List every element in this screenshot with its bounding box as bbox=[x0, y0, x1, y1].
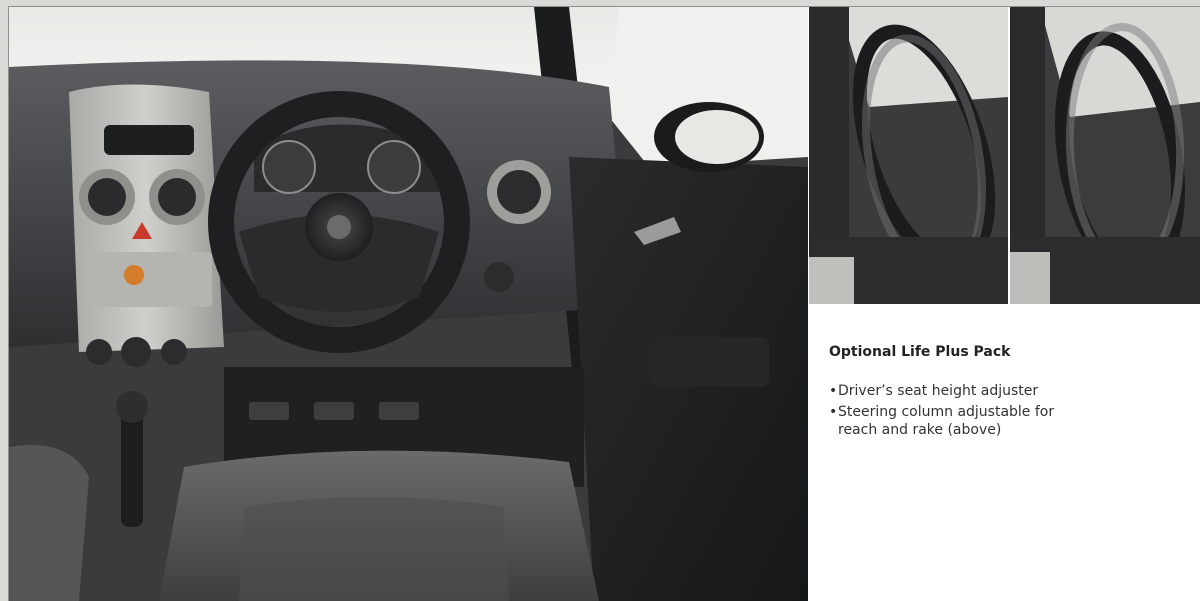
interior-illustration bbox=[9, 7, 808, 601]
feature-caption: Optional Life Plus Pack • Driver’s seat … bbox=[829, 343, 1189, 442]
feature-text-line-1: Steering column adjustable for bbox=[838, 404, 1055, 420]
feature-list: • Driver’s seat height adjuster • Steeri… bbox=[829, 382, 1189, 439]
feature-text: Driver’s seat height adjuster bbox=[838, 383, 1039, 399]
feature-item-seat-height: • Driver’s seat height adjuster bbox=[829, 382, 1189, 400]
brochure-page: Optional Life Plus Pack • Driver’s seat … bbox=[0, 0, 1200, 601]
steering-adjust-thumbnail-2 bbox=[1010, 7, 1200, 304]
caption-title: Optional Life Plus Pack bbox=[829, 344, 1011, 360]
bullet-icon: • bbox=[829, 404, 838, 420]
feature-text-line-2: reach and rake (above) bbox=[838, 422, 1002, 438]
bullet-icon: • bbox=[829, 383, 838, 399]
top-frame-band bbox=[0, 0, 1200, 7]
feature-item-steering-column: • Steering column adjustable for reach a… bbox=[829, 403, 1189, 439]
steering-column-illustration-1 bbox=[809, 7, 1008, 304]
steering-column-illustration-2 bbox=[1010, 7, 1200, 304]
left-frame-band bbox=[0, 6, 9, 601]
car-interior-photo bbox=[9, 7, 808, 601]
steering-adjust-thumbnail-1 bbox=[809, 7, 1008, 304]
